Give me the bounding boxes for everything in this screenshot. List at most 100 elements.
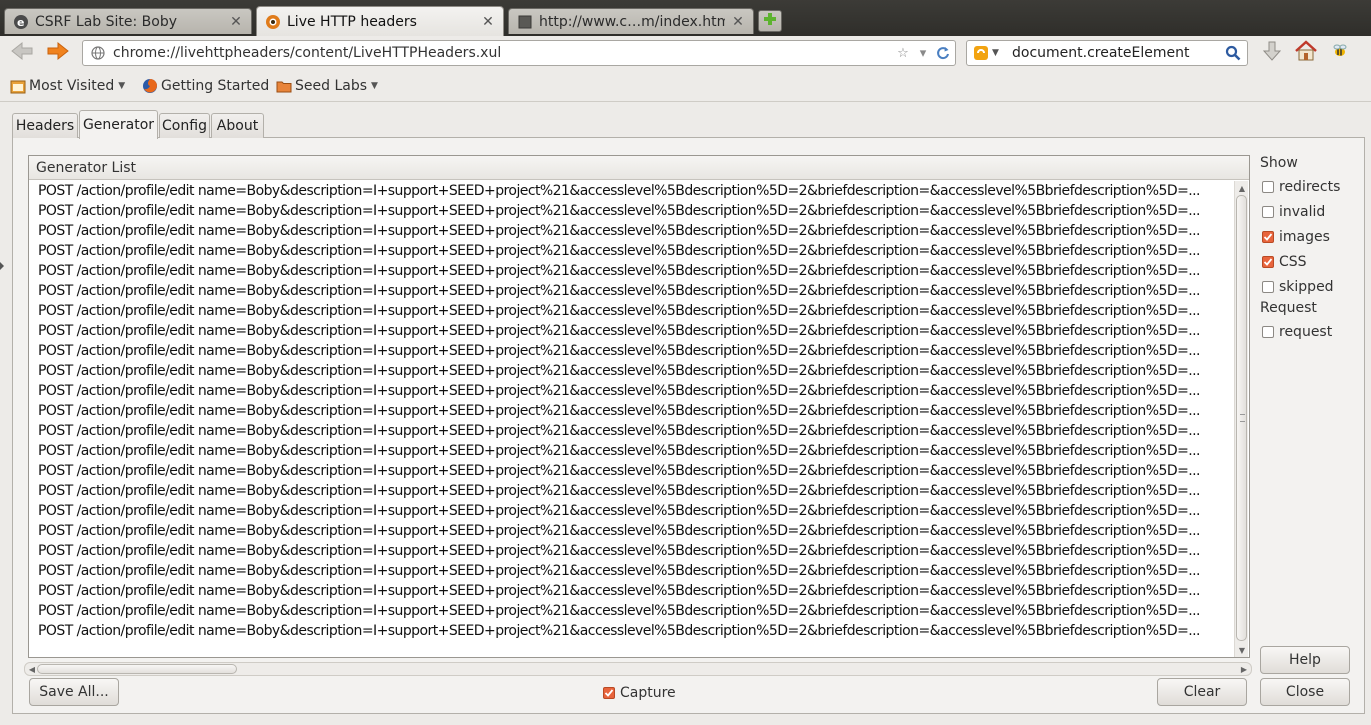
search-engine-icon[interactable]: [972, 44, 990, 62]
list-item[interactable]: POST /action/profile/edit name=Boby&desc…: [29, 221, 1235, 241]
checkbox-images[interactable]: images: [1262, 228, 1330, 246]
addon-toolbar-button[interactable]: [1326, 40, 1354, 66]
checkmark-icon: [1263, 258, 1273, 266]
list-item[interactable]: POST /action/profile/edit name=Boby&desc…: [29, 501, 1235, 521]
scroll-thumb[interactable]: [1236, 195, 1247, 641]
list-item[interactable]: POST /action/profile/edit name=Boby&desc…: [29, 481, 1235, 501]
back-button[interactable]: [8, 40, 36, 66]
bookmark-label: Seed Labs: [295, 78, 368, 94]
checkbox-label: CSS: [1279, 254, 1307, 270]
list-item[interactable]: POST /action/profile/edit name=Boby&desc…: [29, 321, 1235, 341]
checkbox-css[interactable]: CSS: [1262, 253, 1307, 271]
close-icon[interactable]: ✕: [731, 14, 745, 30]
browser-tab-live-http-headers[interactable]: Live HTTP headers ✕: [256, 6, 504, 36]
tab-title: CSRF Lab Site: Boby: [35, 13, 177, 30]
vertical-scrollbar[interactable]: ▲ ▼: [1234, 181, 1248, 657]
bookmark-getting-started[interactable]: Getting Started: [142, 76, 269, 96]
list-item[interactable]: POST /action/profile/edit name=Boby&desc…: [29, 241, 1235, 261]
forward-button[interactable]: [44, 40, 72, 66]
tab-generator[interactable]: Generator: [79, 110, 158, 139]
list-item[interactable]: POST /action/profile/edit name=Boby&desc…: [29, 561, 1235, 581]
live-http-headers-icon: [265, 14, 281, 30]
list-item[interactable]: POST /action/profile/edit name=Boby&desc…: [29, 601, 1235, 621]
search-icon[interactable]: [1223, 43, 1243, 63]
url-text[interactable]: chrome://livehttpheaders/content/LiveHTT…: [113, 45, 895, 61]
browser-tab-index-html[interactable]: http://www.c…m/index.html ✕: [508, 8, 754, 34]
checkmark-icon: [604, 689, 614, 697]
checkbox-capture[interactable]: Capture: [603, 684, 676, 702]
home-button[interactable]: [1292, 40, 1320, 66]
checkbox-box[interactable]: [1262, 231, 1274, 243]
list-item[interactable]: POST /action/profile/edit name=Boby&desc…: [29, 381, 1235, 401]
generator-list-header[interactable]: Generator List: [29, 156, 1249, 180]
list-item[interactable]: POST /action/profile/edit name=Boby&desc…: [29, 441, 1235, 461]
bookmark-most-visited[interactable]: Most Visited ▼: [10, 76, 125, 96]
globe-icon: [89, 44, 107, 62]
url-bar[interactable]: chrome://livehttpheaders/content/LiveHTT…: [82, 40, 956, 66]
scroll-down-icon[interactable]: ▼: [1235, 643, 1249, 657]
tab-config[interactable]: Config: [159, 113, 210, 138]
list-item[interactable]: POST /action/profile/edit name=Boby&desc…: [29, 421, 1235, 441]
horizontal-scroll-thumb[interactable]: [37, 664, 237, 674]
bookmark-label: Most Visited: [29, 78, 115, 94]
browser-tab-strip: e CSRF Lab Site: Boby ✕ Live HTTP header…: [0, 0, 1371, 36]
checkbox-label: request: [1279, 324, 1333, 340]
scroll-right-icon[interactable]: ▶: [1238, 663, 1250, 675]
save-all-button[interactable]: Save All...: [29, 678, 119, 706]
list-item[interactable]: POST /action/profile/edit name=Boby&desc…: [29, 401, 1235, 421]
downloads-button[interactable]: [1258, 40, 1286, 66]
chevron-down-icon[interactable]: ▾: [915, 45, 931, 61]
most-visited-icon: [10, 78, 26, 94]
generator-list-body[interactable]: POST /action/profile/edit name=Boby&desc…: [29, 181, 1235, 657]
clear-button[interactable]: Clear: [1157, 678, 1247, 706]
help-button[interactable]: Help: [1260, 646, 1350, 674]
close-icon[interactable]: ✕: [229, 14, 243, 30]
reload-icon[interactable]: [935, 45, 951, 61]
horizontal-scrollbar[interactable]: ◀ ▶: [24, 662, 1252, 676]
search-input[interactable]: document.createElement: [1012, 45, 1223, 61]
back-arrow-icon: [10, 41, 34, 65]
chevron-down-icon: ▼: [371, 81, 378, 91]
list-item[interactable]: POST /action/profile/edit name=Boby&desc…: [29, 281, 1235, 301]
checkbox-request[interactable]: request: [1262, 323, 1332, 341]
browser-tab-csrf-lab[interactable]: e CSRF Lab Site: Boby ✕: [4, 8, 252, 34]
list-item[interactable]: POST /action/profile/edit name=Boby&desc…: [29, 621, 1235, 641]
checkbox-invalid[interactable]: invalid: [1262, 203, 1325, 221]
show-group-title: Show: [1260, 155, 1298, 171]
chevron-down-icon[interactable]: ▼: [992, 48, 1002, 58]
checkbox-label: invalid: [1279, 204, 1326, 220]
close-icon[interactable]: ✕: [481, 14, 495, 30]
folder-icon: [276, 78, 292, 94]
new-tab-button[interactable]: [758, 10, 782, 32]
search-bar[interactable]: ▼ document.createElement: [966, 40, 1248, 66]
forward-arrow-icon: [46, 41, 70, 65]
bookmark-seed-labs[interactable]: Seed Labs ▼: [276, 76, 378, 96]
home-icon: [1294, 40, 1318, 66]
list-item[interactable]: POST /action/profile/edit name=Boby&desc…: [29, 461, 1235, 481]
blank-page-icon: [517, 14, 533, 30]
list-item[interactable]: POST /action/profile/edit name=Boby&desc…: [29, 541, 1235, 561]
checkbox-box[interactable]: [1262, 326, 1274, 338]
scroll-up-icon[interactable]: ▲: [1235, 181, 1249, 195]
list-item[interactable]: POST /action/profile/edit name=Boby&desc…: [29, 521, 1235, 541]
checkbox-box[interactable]: [1262, 281, 1274, 293]
list-item[interactable]: POST /action/profile/edit name=Boby&desc…: [29, 341, 1235, 361]
checkbox-box[interactable]: [1262, 181, 1274, 193]
checkbox-redirects[interactable]: redirects: [1262, 178, 1340, 196]
tab-headers[interactable]: Headers: [12, 113, 78, 138]
list-item[interactable]: POST /action/profile/edit name=Boby&desc…: [29, 261, 1235, 281]
bookmark-star-icon[interactable]: ☆: [895, 45, 911, 61]
list-item[interactable]: POST /action/profile/edit name=Boby&desc…: [29, 361, 1235, 381]
list-item[interactable]: POST /action/profile/edit name=Boby&desc…: [29, 181, 1235, 201]
tab-about[interactable]: About: [211, 113, 264, 138]
list-item[interactable]: POST /action/profile/edit name=Boby&desc…: [29, 201, 1235, 221]
checkbox-box[interactable]: [1262, 256, 1274, 268]
list-item[interactable]: POST /action/profile/edit name=Boby&desc…: [29, 301, 1235, 321]
checkbox-box[interactable]: [1262, 206, 1274, 218]
close-button[interactable]: Close: [1260, 678, 1350, 706]
list-item[interactable]: POST /action/profile/edit name=Boby&desc…: [29, 581, 1235, 601]
plus-icon: [763, 12, 777, 30]
checkbox-box[interactable]: [603, 687, 615, 699]
checkbox-skipped[interactable]: skipped: [1262, 278, 1334, 296]
generator-list[interactable]: Generator List POST /action/profile/edit…: [28, 155, 1250, 658]
